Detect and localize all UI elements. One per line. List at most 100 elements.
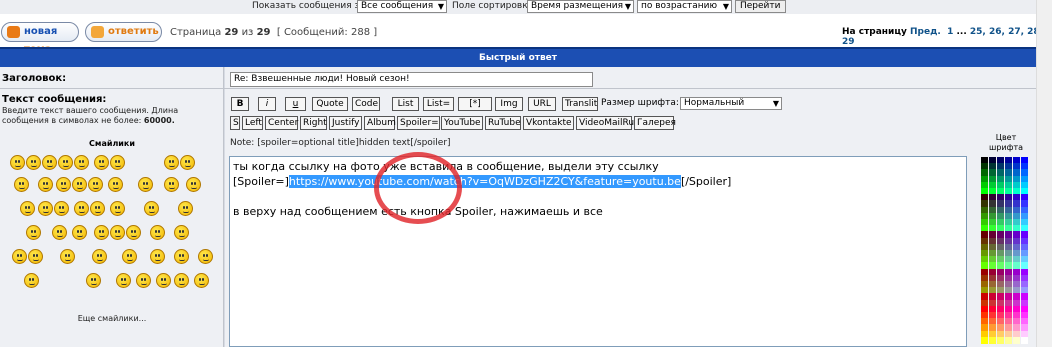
smiley-icon[interactable] bbox=[74, 155, 89, 170]
chevron-down-icon: ▼ bbox=[722, 2, 729, 11]
subject-input[interactable]: Re: Взвешенные люди! Новый сезон! bbox=[230, 72, 593, 87]
message-hint: Введите текст вашего сообщения. Длина со… bbox=[2, 106, 179, 125]
row1-i-button[interactable]: i bbox=[258, 97, 276, 111]
row2-left-button[interactable]: Left bbox=[242, 116, 263, 130]
row2-album-button[interactable]: Album bbox=[364, 116, 396, 130]
smiley-icon[interactable] bbox=[164, 177, 179, 192]
smiley-icon[interactable] bbox=[178, 201, 193, 216]
smiley-icon[interactable] bbox=[26, 225, 41, 240]
smiley-icon[interactable] bbox=[174, 225, 189, 240]
smiley-icon[interactable] bbox=[122, 249, 137, 264]
color-swatch[interactable] bbox=[981, 336, 988, 344]
row1-img-button[interactable]: Img bbox=[495, 97, 523, 111]
chevron-down-icon: ▼ bbox=[772, 99, 779, 108]
smiley-icon[interactable] bbox=[126, 225, 141, 240]
smiley-icon[interactable] bbox=[56, 177, 71, 192]
smiley-icon[interactable] bbox=[186, 177, 201, 192]
smiley-icon[interactable] bbox=[72, 225, 87, 240]
row1-quote-button[interactable]: Quote bbox=[312, 97, 348, 111]
row2-s-button[interactable]: S bbox=[230, 116, 240, 130]
row1-translit-button[interactable]: Translit bbox=[562, 97, 598, 111]
smiley-icon[interactable] bbox=[26, 155, 41, 170]
font-size-select[interactable]: Нормальный ▼ bbox=[680, 97, 782, 110]
smiley-icon[interactable] bbox=[86, 273, 101, 288]
page-link[interactable]: 1 bbox=[947, 27, 953, 37]
reply-button[interactable]: ответить bbox=[85, 22, 162, 42]
color-swatch[interactable] bbox=[1021, 336, 1028, 344]
smiley-icon[interactable] bbox=[20, 201, 35, 216]
smiley-icon[interactable] bbox=[136, 273, 151, 288]
message-textarea[interactable]: ты когда ссылку на фото уже вставила в с… bbox=[229, 156, 967, 347]
page-link[interactable]: 27, bbox=[1008, 27, 1024, 37]
smiley-icon[interactable] bbox=[110, 225, 125, 240]
smiley-icon[interactable] bbox=[42, 155, 57, 170]
smiley-icon[interactable] bbox=[14, 177, 29, 192]
smiley-icon[interactable] bbox=[138, 177, 153, 192]
smiley-icon[interactable] bbox=[144, 201, 159, 216]
row2-галерея-button[interactable]: Галерея bbox=[634, 116, 676, 130]
sort-field-select[interactable]: Время размещения ▼ bbox=[527, 0, 634, 13]
go-button[interactable]: Перейти bbox=[735, 0, 786, 13]
smiley-icon[interactable] bbox=[174, 273, 189, 288]
row1-url-button[interactable]: URL bbox=[528, 97, 556, 111]
row1-u-button[interactable]: u bbox=[285, 97, 306, 111]
smiley-icon[interactable] bbox=[90, 201, 105, 216]
color-swatch[interactable] bbox=[1013, 336, 1020, 344]
row2-vkontakte-button[interactable]: Vkontakte bbox=[523, 116, 574, 130]
smiley-icon[interactable] bbox=[88, 177, 103, 192]
smiley-icon[interactable] bbox=[74, 201, 89, 216]
smiley-icon[interactable] bbox=[52, 225, 67, 240]
color-swatch[interactable] bbox=[1005, 336, 1012, 344]
smiley-icon[interactable] bbox=[10, 155, 25, 170]
new-topic-icon bbox=[7, 26, 20, 38]
color-swatch[interactable] bbox=[989, 336, 996, 344]
smiley-icon[interactable] bbox=[198, 249, 213, 264]
smiley-icon[interactable] bbox=[108, 177, 123, 192]
smiley-icon[interactable] bbox=[174, 249, 189, 264]
row1-list-button[interactable]: List bbox=[392, 97, 419, 111]
prev-page-link[interactable]: Пред. bbox=[910, 27, 941, 37]
smiley-icon[interactable] bbox=[92, 249, 107, 264]
sort-order-select[interactable]: по возрастанию ▼ bbox=[637, 0, 732, 13]
smiley-icon[interactable] bbox=[38, 201, 53, 216]
smiley-icon[interactable] bbox=[94, 155, 109, 170]
row2-justify-button[interactable]: Justify bbox=[329, 116, 362, 130]
smiley-icon[interactable] bbox=[150, 225, 165, 240]
smiley-icon[interactable] bbox=[54, 201, 69, 216]
smiley-icon[interactable] bbox=[150, 249, 165, 264]
row2-videomailru-button[interactable]: VideoMailRu bbox=[576, 116, 634, 130]
smiley-icon[interactable] bbox=[58, 155, 73, 170]
smiley-icon[interactable] bbox=[156, 273, 171, 288]
scrollbar[interactable] bbox=[1036, 0, 1052, 347]
smiley-icon[interactable] bbox=[194, 273, 209, 288]
smiley-icon[interactable] bbox=[116, 273, 131, 288]
page-link[interactable]: 26, bbox=[989, 27, 1005, 37]
row1-b-button[interactable]: B bbox=[231, 97, 249, 111]
row2-spoiler-button[interactable]: Spoiler= bbox=[397, 116, 440, 130]
smiley-icon[interactable] bbox=[110, 155, 125, 170]
row1--button[interactable]: [*] bbox=[458, 97, 492, 111]
smiley-icon[interactable] bbox=[24, 273, 39, 288]
color-swatch[interactable] bbox=[997, 336, 1004, 344]
row2-rutube-button[interactable]: RuTube bbox=[485, 116, 521, 130]
smiley-icon[interactable] bbox=[94, 225, 109, 240]
smiley-icon[interactable] bbox=[164, 155, 179, 170]
smiley-icon[interactable] bbox=[12, 249, 27, 264]
row2-center-button[interactable]: Center bbox=[265, 116, 298, 130]
period-select[interactable]: Все сообщения ▼ bbox=[357, 0, 447, 13]
smiley-icon[interactable] bbox=[38, 177, 53, 192]
new-topic-button[interactable]: новая тема bbox=[1, 22, 79, 55]
smiley-icon[interactable] bbox=[72, 177, 87, 192]
smiley-icon[interactable] bbox=[180, 155, 195, 170]
smiley-icon[interactable] bbox=[28, 249, 43, 264]
row1-list-button[interactable]: List= bbox=[423, 97, 454, 111]
row1-code-button[interactable]: Code bbox=[352, 97, 380, 111]
more-smilies-link[interactable]: Еще смайлики... bbox=[0, 314, 224, 323]
smiley-icon[interactable] bbox=[110, 201, 125, 216]
subject-label: Заголовок: bbox=[2, 73, 67, 84]
row2-right-button[interactable]: Right bbox=[300, 116, 327, 130]
page-ellipsis: ... bbox=[956, 27, 967, 37]
row2-youtube-button[interactable]: YouTube bbox=[441, 116, 483, 130]
page-link[interactable]: 25, bbox=[970, 27, 986, 37]
smiley-icon[interactable] bbox=[60, 249, 75, 264]
